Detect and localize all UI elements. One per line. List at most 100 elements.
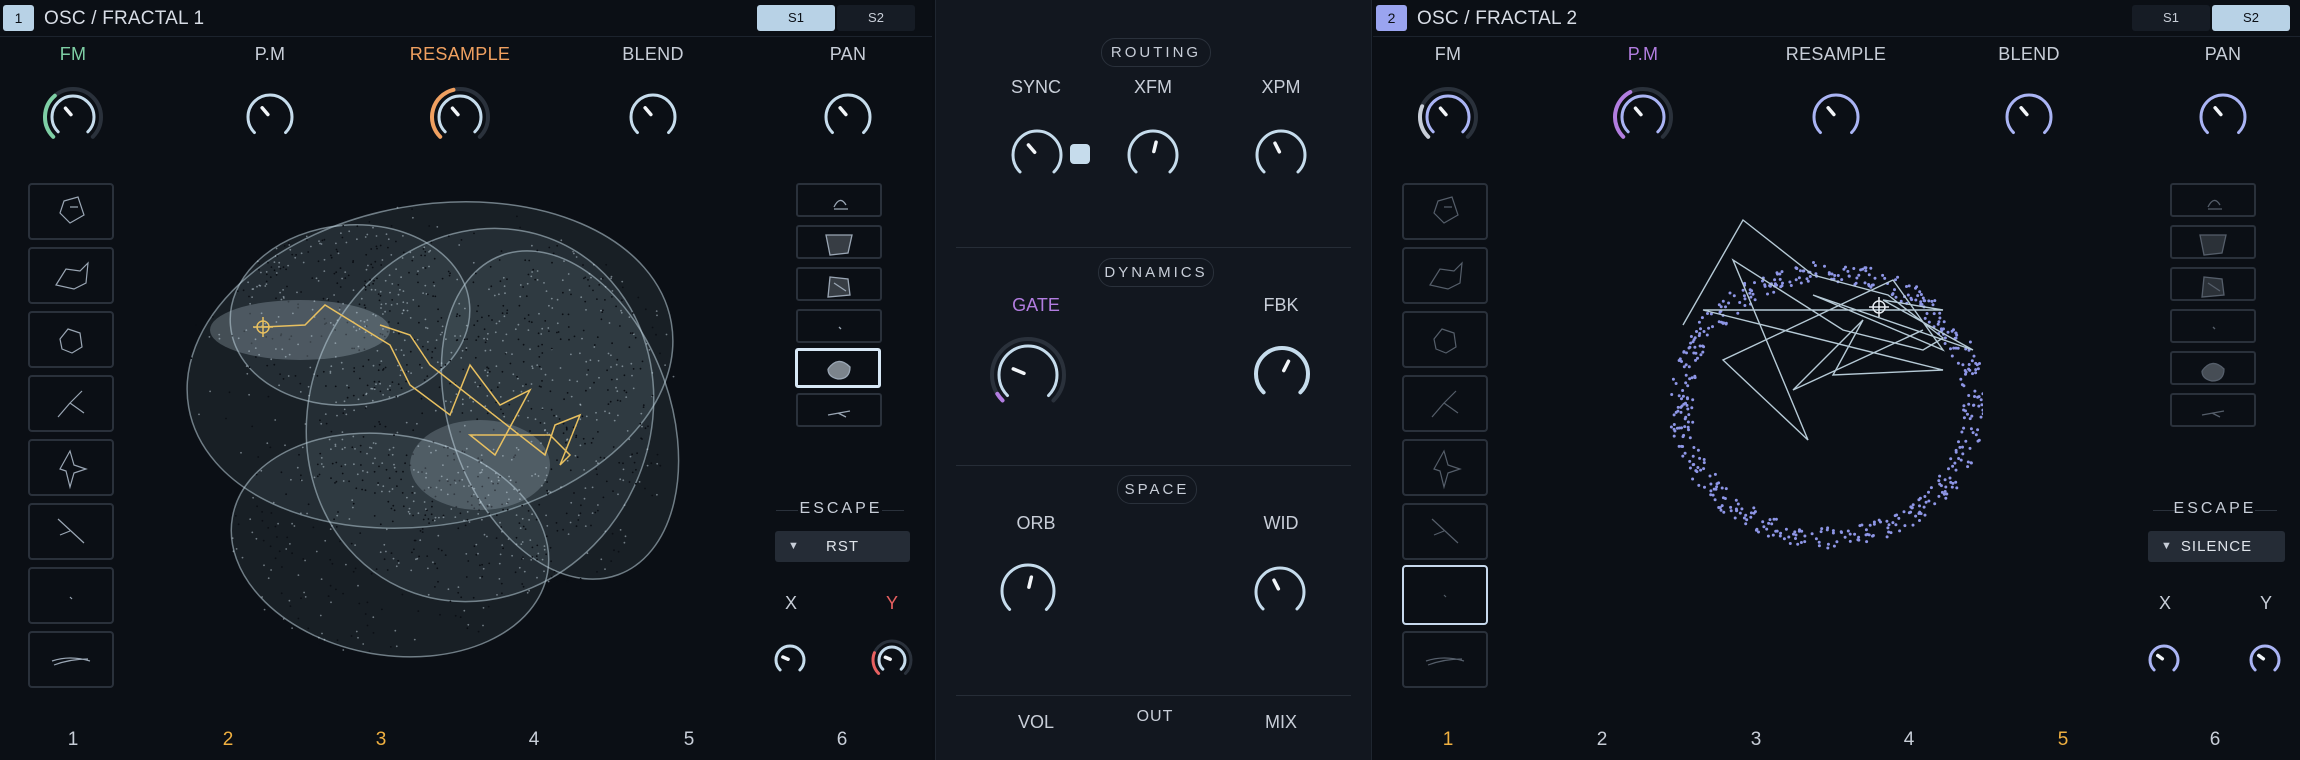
orb-knob[interactable] (998, 561, 1058, 621)
knob-fm[interactable] (1416, 85, 1480, 149)
knob-pointer (1272, 578, 1281, 591)
snapshot-thumbnail-icon (825, 234, 853, 256)
tab-s2[interactable]: S2 (2212, 5, 2290, 31)
knob-body (1812, 93, 1860, 135)
slot-1[interactable]: 1 (53, 729, 93, 751)
snapshot-mini-6[interactable] (2170, 393, 2256, 427)
fractal-preset-7[interactable] (28, 567, 114, 624)
fractal-visualizer[interactable] (1643, 200, 1983, 580)
x-mod-knob[interactable] (2146, 642, 2182, 678)
y-mod-knob[interactable] (869, 637, 915, 683)
fractal-8-icon-shape (51, 657, 91, 666)
tab-s1[interactable]: S1 (2132, 5, 2210, 31)
fractal-preset-5[interactable] (28, 439, 114, 496)
snapshot-mini-5[interactable] (2170, 351, 2256, 385)
xpm-knob[interactable] (1253, 127, 1309, 183)
y-mod-label: Y (2259, 593, 2272, 613)
knob-pan[interactable] (822, 91, 874, 143)
escape-mode-dropdown[interactable]: ▼ SILENCE (2148, 531, 2285, 562)
knob-body (246, 93, 294, 135)
knob-pm[interactable] (244, 91, 296, 143)
snapshot-mini-4[interactable] (2170, 309, 2256, 343)
knob-pointer (1438, 106, 1448, 117)
fractal-preset-7[interactable] (1402, 565, 1488, 625)
knob-resample[interactable] (428, 85, 492, 149)
knob-body (1425, 94, 1471, 134)
fractal-5-icon (1433, 449, 1462, 490)
fractal-6-icon-shape (1431, 518, 1459, 544)
fractal-preset-2[interactable] (1402, 247, 1488, 304)
tab-s1[interactable]: S1 (757, 5, 835, 31)
slot-1[interactable]: 1 (1428, 729, 1468, 751)
snapshot-mini-1[interactable] (796, 183, 882, 217)
snapshot-mini-3[interactable] (796, 267, 882, 301)
vol-label[interactable]: VOL (976, 712, 1096, 733)
osc-1-title: OSC / FRACTAL 1 (44, 8, 205, 29)
fractal-1-icon (1433, 196, 1459, 224)
slot-3[interactable]: 3 (1736, 729, 1776, 751)
y-mod-knob[interactable] (2247, 642, 2283, 678)
fractal-preset-4[interactable] (1402, 375, 1488, 432)
snapshot-mini-2[interactable] (796, 225, 882, 259)
snapshot-mini-6[interactable] (796, 393, 882, 427)
knob-body (2005, 93, 2053, 135)
xfm-label: XFM (1134, 77, 1172, 97)
fractal-6-icon-shape (57, 518, 85, 544)
fractal-1-icon-shape (1433, 196, 1459, 224)
fractal-preset-8[interactable] (28, 631, 114, 688)
knob-value-arc (871, 651, 881, 675)
slot-4[interactable]: 4 (1889, 729, 1929, 751)
wid-knob[interactable] (1252, 564, 1308, 620)
fractal-visualizer[interactable] (150, 165, 700, 685)
fractal-preset-1[interactable] (1402, 183, 1488, 240)
snapshot-mini-4[interactable] (796, 309, 882, 343)
tab-s2[interactable]: S2 (837, 5, 915, 31)
knob-pointer (1633, 106, 1643, 117)
knob-body (1011, 129, 1063, 174)
sync-knob[interactable] (1009, 127, 1065, 183)
routing-section-title: ROUTING (1101, 38, 1211, 67)
fbk-knob[interactable] (1252, 344, 1312, 404)
dynamics-section-title: DYNAMICS (1098, 258, 1214, 287)
knob-resample[interactable] (1810, 91, 1862, 143)
gate-knob[interactable] (988, 335, 1068, 415)
x-mod-label: X (784, 593, 797, 613)
fractal-preset-4[interactable] (28, 375, 114, 432)
slot-3[interactable]: 3 (361, 729, 401, 751)
fractal-preset-8[interactable] (1402, 631, 1488, 688)
slot-6[interactable]: 6 (822, 729, 862, 751)
knob-pm[interactable] (1611, 85, 1675, 149)
snapshot-thumbnail-icon (2201, 410, 2225, 418)
fractal-preset-3[interactable] (1402, 311, 1488, 368)
fractal-preset-2[interactable] (28, 247, 114, 304)
knob-blend[interactable] (627, 91, 679, 143)
snapshot-mini-5[interactable] (795, 348, 881, 388)
knob-fm[interactable] (41, 85, 105, 149)
sync-toggle[interactable] (1070, 144, 1090, 164)
x-mod-knob[interactable] (772, 642, 808, 678)
fractal-preset-3[interactable] (28, 311, 114, 368)
knob-blend[interactable] (2003, 91, 2055, 143)
slot-5[interactable]: 5 (2043, 729, 2083, 751)
fractal-preset-6[interactable] (1402, 503, 1488, 560)
fractal-7-icon-shape (1443, 594, 1447, 598)
slot-2[interactable]: 2 (208, 729, 248, 751)
fractal-4-icon (1431, 390, 1459, 418)
slot-5[interactable]: 5 (669, 729, 709, 751)
fractal-preset-5[interactable] (1402, 439, 1488, 496)
mix-label[interactable]: MIX (1221, 712, 1341, 733)
knob-pan[interactable] (2197, 91, 2249, 143)
osc-2-title: OSC / FRACTAL 2 (1417, 8, 1578, 29)
slot-6[interactable]: 6 (2195, 729, 2235, 751)
fractal-8-icon (1425, 657, 1465, 666)
fractal-preset-6[interactable] (28, 503, 114, 560)
slot-2[interactable]: 2 (1582, 729, 1622, 751)
fractal-2-icon (1429, 261, 1463, 290)
snapshot-mini-2[interactable] (2170, 225, 2256, 259)
fractal-preset-1[interactable] (28, 183, 114, 240)
slot-4[interactable]: 4 (514, 729, 554, 751)
snapshot-mini-3[interactable] (2170, 267, 2256, 301)
xfm-knob[interactable] (1125, 127, 1181, 183)
snapshot-mini-1[interactable] (2170, 183, 2256, 217)
escape-mode-dropdown[interactable]: ▼ RST (775, 531, 910, 562)
